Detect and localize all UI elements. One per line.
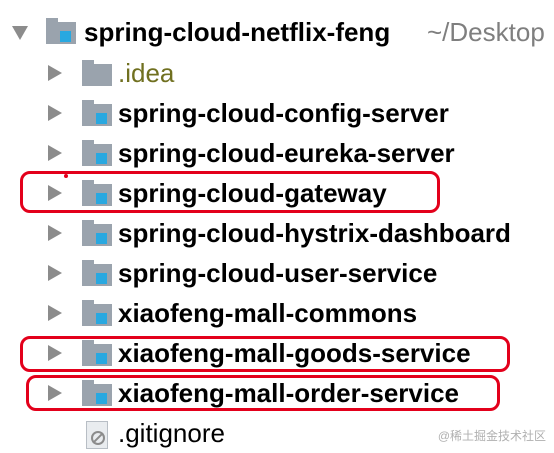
- folder-icon: [82, 60, 112, 86]
- tree-item-label: spring-cloud-hystrix-dashboard: [118, 218, 511, 248]
- tree-row-hystrix-dashboard[interactable]: spring-cloud-hystrix-dashboard: [0, 213, 554, 253]
- tree-row-mall-commons[interactable]: xiaofeng-mall-commons: [0, 293, 554, 333]
- chevron-right-icon[interactable]: [48, 305, 62, 321]
- chevron-right-icon[interactable]: [48, 265, 62, 281]
- tree-item-label: xiaofeng-mall-commons: [118, 298, 418, 328]
- tree-item-label: .idea: [118, 58, 175, 88]
- module-folder-icon: [82, 100, 112, 126]
- project-tree: spring-cloud-netflix-feng ~/Desktop .ide…: [0, 0, 554, 449]
- tree-row-eureka-server[interactable]: spring-cloud-eureka-server: [0, 133, 554, 173]
- project-name: spring-cloud-netflix-feng: [84, 17, 391, 47]
- chevron-right-icon[interactable]: [48, 225, 62, 241]
- watermark: @稀土掘金技术社区: [437, 429, 546, 443]
- tree-row-user-service[interactable]: spring-cloud-user-service: [0, 253, 554, 293]
- tree-item-label: spring-cloud-eureka-server: [118, 138, 455, 168]
- tree-item-label: spring-cloud-config-server: [118, 98, 449, 128]
- tree-row-idea[interactable]: .idea: [0, 53, 554, 93]
- module-folder-icon: [46, 18, 76, 44]
- project-path: ~/Desktop: [427, 17, 545, 47]
- module-folder-icon: [82, 140, 112, 166]
- module-folder-icon: [82, 220, 112, 246]
- tree-item-label: spring-cloud-user-service: [118, 258, 438, 288]
- tree-row-config-server[interactable]: spring-cloud-config-server: [0, 93, 554, 133]
- tree-row-root[interactable]: spring-cloud-netflix-feng ~/Desktop: [0, 12, 554, 52]
- module-folder-icon: [82, 260, 112, 286]
- chevron-right-icon[interactable]: [48, 145, 62, 161]
- tree-item-label: .gitignore: [118, 418, 225, 448]
- chevron-right-icon[interactable]: [48, 65, 62, 81]
- chevron-right-icon[interactable]: [48, 105, 62, 121]
- annotation-dot: [64, 174, 68, 178]
- highlight-box-order-service: [26, 375, 500, 411]
- module-folder-icon: [82, 300, 112, 326]
- chevron-down-icon[interactable]: [12, 26, 28, 40]
- highlight-box-goods-service: [20, 336, 510, 372]
- highlight-box-gateway: [20, 171, 440, 213]
- ignore-file-icon: [86, 421, 108, 449]
